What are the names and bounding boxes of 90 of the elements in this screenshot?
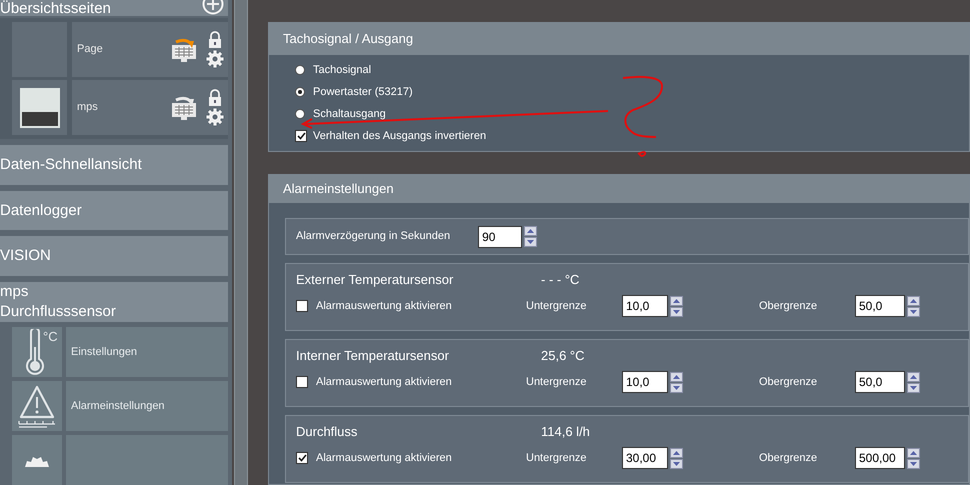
checkmark-icon <box>298 454 306 462</box>
settings-icon[interactable] <box>206 50 224 68</box>
thumbnail-cell[interactable] <box>12 80 67 136</box>
up-arrow-icon <box>910 450 917 454</box>
decrement-button[interactable] <box>907 306 920 316</box>
lock-icon <box>208 31 222 48</box>
checkbox[interactable] <box>296 376 308 388</box>
number-field[interactable]: 10,0 <box>622 371 668 393</box>
checkbox-label: Alarmauswertung aktivieren <box>316 298 452 314</box>
field-label: Untergrenze <box>526 450 588 466</box>
field-label: Untergrenze <box>526 374 588 390</box>
radio-button[interactable] <box>295 65 305 75</box>
settings-icon[interactable] <box>206 108 224 126</box>
sub-menu-item[interactable]: Einstellungen <box>66 327 228 377</box>
up-arrow-icon <box>673 374 680 378</box>
menu-item[interactable]: Datenlogger <box>0 190 228 230</box>
up-arrow-icon <box>910 298 917 302</box>
increment-button[interactable] <box>907 296 920 306</box>
unit-label: °C <box>43 328 58 346</box>
sensor-reading: 25,6 °C <box>541 347 585 366</box>
increment-button[interactable] <box>670 296 683 306</box>
number-field[interactable]: 500,00 <box>855 447 905 469</box>
section-title: Übersichtsseiten <box>0 1 111 16</box>
radio-button[interactable] <box>295 87 305 97</box>
decrement-button[interactable] <box>670 382 683 392</box>
sensor-reading: 114,6 l/h <box>541 423 590 442</box>
panel-header: Alarmeinstellungen <box>269 175 969 203</box>
up-arrow-icon <box>673 298 680 302</box>
number-field[interactable]: 50,0 <box>855 371 905 393</box>
up-arrow-icon <box>673 450 680 454</box>
radio-label: Schaltausgang <box>313 106 386 122</box>
panel-header: Tachosignal / Ausgang <box>269 23 969 55</box>
number-field[interactable]: 30,00 <box>622 447 668 469</box>
checkmark-icon <box>296 132 306 140</box>
icon-cell[interactable] <box>12 435 62 485</box>
decrement-button[interactable] <box>907 458 920 468</box>
down-arrow-icon <box>673 310 680 314</box>
up-arrow-icon <box>527 229 534 233</box>
sub-menu-item[interactable]: Alarmeinstellungen <box>66 381 228 431</box>
page-item[interactable]: mps <box>72 80 228 136</box>
increment-button[interactable] <box>907 448 920 458</box>
scrollbar[interactable] <box>234 0 248 485</box>
decrement-button[interactable] <box>524 237 538 247</box>
increment-button[interactable] <box>524 226 538 236</box>
down-arrow-icon <box>910 310 917 314</box>
page-item[interactable]: Page <box>72 22 228 78</box>
down-arrow-icon <box>673 386 680 390</box>
number-field[interactable]: 10,0 <box>622 295 668 317</box>
icon-cell[interactable]: °C <box>12 327 62 377</box>
checkbox-label: Verhalten des Ausgangs invertieren <box>313 128 486 144</box>
increment-button[interactable] <box>907 372 920 382</box>
menu-item[interactable]: Daten-Schnellansicht <box>0 145 228 185</box>
radio-label: Tachosignal <box>313 62 372 78</box>
field-label: Obergrenze <box>759 298 818 314</box>
field-label: Obergrenze <box>759 450 818 466</box>
field-label: Obergrenze <box>759 374 818 390</box>
warning-icon <box>17 383 57 429</box>
checkbox[interactable] <box>296 300 308 312</box>
decrement-button[interactable] <box>907 382 920 392</box>
sensor-title: Interner Temperatursensor <box>296 347 450 366</box>
down-arrow-icon <box>673 462 680 466</box>
lock-icon <box>208 89 222 106</box>
checkbox[interactable] <box>296 452 308 464</box>
sensor-reading: - - - °C <box>541 271 580 290</box>
increment-button[interactable] <box>670 372 683 382</box>
sensor-title: Durchfluss <box>296 423 358 442</box>
decrement-button[interactable] <box>670 306 683 316</box>
up-arrow-icon <box>910 374 917 378</box>
add-icon[interactable] <box>202 0 224 16</box>
page-label: mps <box>77 100 98 116</box>
menu-item[interactable]: VISION <box>0 236 228 276</box>
page-label: Page <box>77 42 103 58</box>
decrement-button[interactable] <box>670 458 683 468</box>
page-preview-thumbnail <box>20 88 60 128</box>
number-field[interactable]: 90 <box>478 226 522 248</box>
radio-label: Powertaster (53217) <box>313 84 413 100</box>
number-field[interactable]: 50,0 <box>855 295 905 317</box>
down-arrow-icon <box>910 462 917 466</box>
checkbox-label: Alarmauswertung aktivieren <box>316 374 452 390</box>
sensor-title: Externer Temperatursensor <box>296 271 454 290</box>
icon-cell[interactable] <box>12 381 62 431</box>
menu-item[interactable]: mps Durchflusssensor <box>0 282 228 322</box>
down-arrow-icon <box>910 386 917 390</box>
radio-button[interactable] <box>295 109 305 119</box>
field-label: Untergrenze <box>526 298 588 314</box>
setting-box: Alarmverzögerung in Sekunden 90 <box>285 218 969 255</box>
down-arrow-icon <box>527 240 534 244</box>
checkbox[interactable] <box>295 130 307 142</box>
increment-button[interactable] <box>670 448 683 458</box>
checkbox-label: Alarmauswertung aktivieren <box>316 450 452 466</box>
